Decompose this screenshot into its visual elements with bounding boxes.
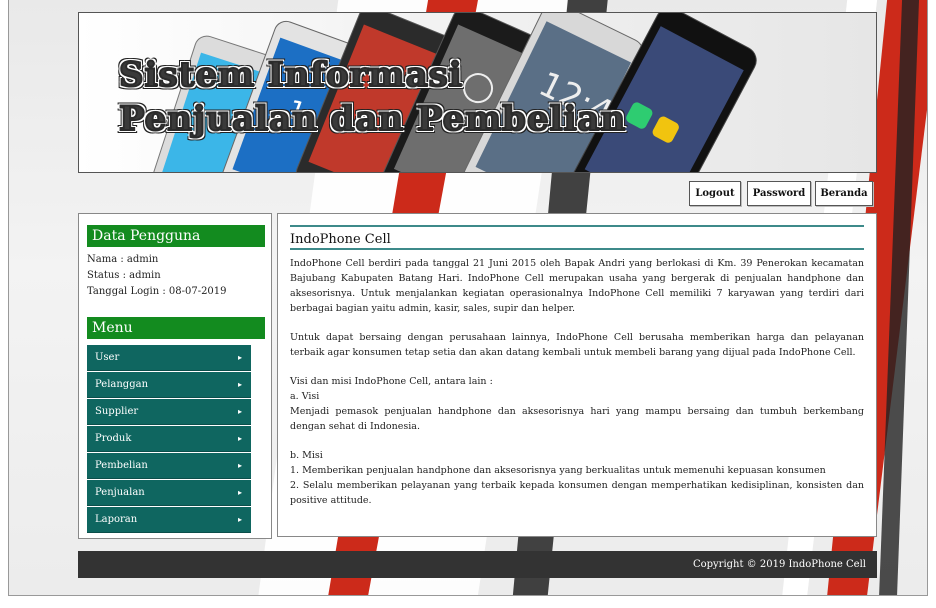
chevron-right-icon: ▸: [237, 353, 242, 362]
mission-item-2: 2. Selalu memberikan pelayanan yang terb…: [290, 480, 864, 506]
vision-label: a. Visi: [290, 391, 320, 402]
chevron-right-icon: ▸: [237, 407, 242, 416]
competition-paragraph: Untuk dapat bersaing dengan perusahaan l…: [290, 332, 864, 358]
login-date: Tanggal Login : 08-07-2019: [87, 286, 227, 297]
banner-title-line1: Sistem Informasi: [118, 54, 463, 96]
vision-mission-intro: Visi dan misi IndoPhone Cell, antara lai…: [290, 376, 493, 387]
footer: Copyright © 2019 IndoPhone Cell: [78, 551, 877, 578]
sidebar: Data Pengguna Nama : admin Status : admi…: [78, 213, 272, 539]
menu-item-laporan[interactable]: Laporan ▸: [87, 507, 251, 533]
logout-button[interactable]: Logout: [689, 181, 741, 206]
menu-item-label: Pelanggan: [95, 379, 149, 390]
menu-item-produk[interactable]: Produk ▸: [87, 426, 251, 452]
page-title: IndoPhone Cell: [290, 232, 391, 247]
beranda-button[interactable]: Beranda: [815, 181, 873, 206]
menu-heading: Menu: [87, 317, 265, 339]
menu-item-pelanggan[interactable]: Pelanggan ▸: [87, 372, 251, 398]
menu-item-pembelian[interactable]: Pembelian ▸: [87, 453, 251, 479]
chevron-right-icon: ▸: [237, 461, 242, 470]
user-name: Nama : admin: [87, 254, 159, 265]
main-content: IndoPhone Cell IndoPhone Cell berdiri pa…: [277, 213, 877, 537]
content-body: IndoPhone Cell berdiri pada tanggal 21 J…: [290, 256, 864, 508]
menu-item-label: Laporan: [95, 514, 138, 525]
banner-title-line2: Penjualan dan Pembelian: [118, 98, 627, 140]
about-paragraph: IndoPhone Cell berdiri pada tanggal 21 J…: [290, 258, 864, 314]
copyright-text: Copyright © 2019 IndoPhone Cell: [692, 559, 866, 570]
chevron-right-icon: ▸: [237, 380, 242, 389]
menu-item-label: Pembelian: [95, 460, 148, 471]
title-divider-top: [290, 225, 864, 227]
menu-item-label: Produk: [95, 433, 132, 444]
chevron-right-icon: ▸: [237, 488, 242, 497]
mission-label: b. Misi: [290, 450, 323, 461]
user-data-heading: Data Pengguna: [87, 225, 265, 247]
vision-text: Menjadi pemasok penjualan handphone dan …: [290, 406, 864, 432]
menu-item-label: Penjualan: [95, 487, 145, 498]
header-banner: 1 12:4 Sistem Informasi Penjualan dan Pe…: [78, 12, 877, 173]
user-info: Nama : admin Status : admin Tanggal Logi…: [87, 252, 227, 300]
chevron-right-icon: ▸: [237, 434, 242, 443]
menu-item-penjualan[interactable]: Penjualan ▸: [87, 480, 251, 506]
user-status: Status : admin: [87, 270, 161, 281]
password-button[interactable]: Password: [747, 181, 811, 206]
menu-item-supplier[interactable]: Supplier ▸: [87, 399, 251, 425]
chevron-right-icon: ▸: [237, 515, 242, 524]
title-divider-bottom: [290, 248, 864, 250]
menu-item-user[interactable]: User ▸: [87, 345, 251, 371]
mission-item-1: 1. Memberikan penjualan handphone dan ak…: [290, 465, 826, 476]
menu-item-label: User: [95, 352, 120, 363]
menu-item-label: Supplier: [95, 406, 139, 417]
